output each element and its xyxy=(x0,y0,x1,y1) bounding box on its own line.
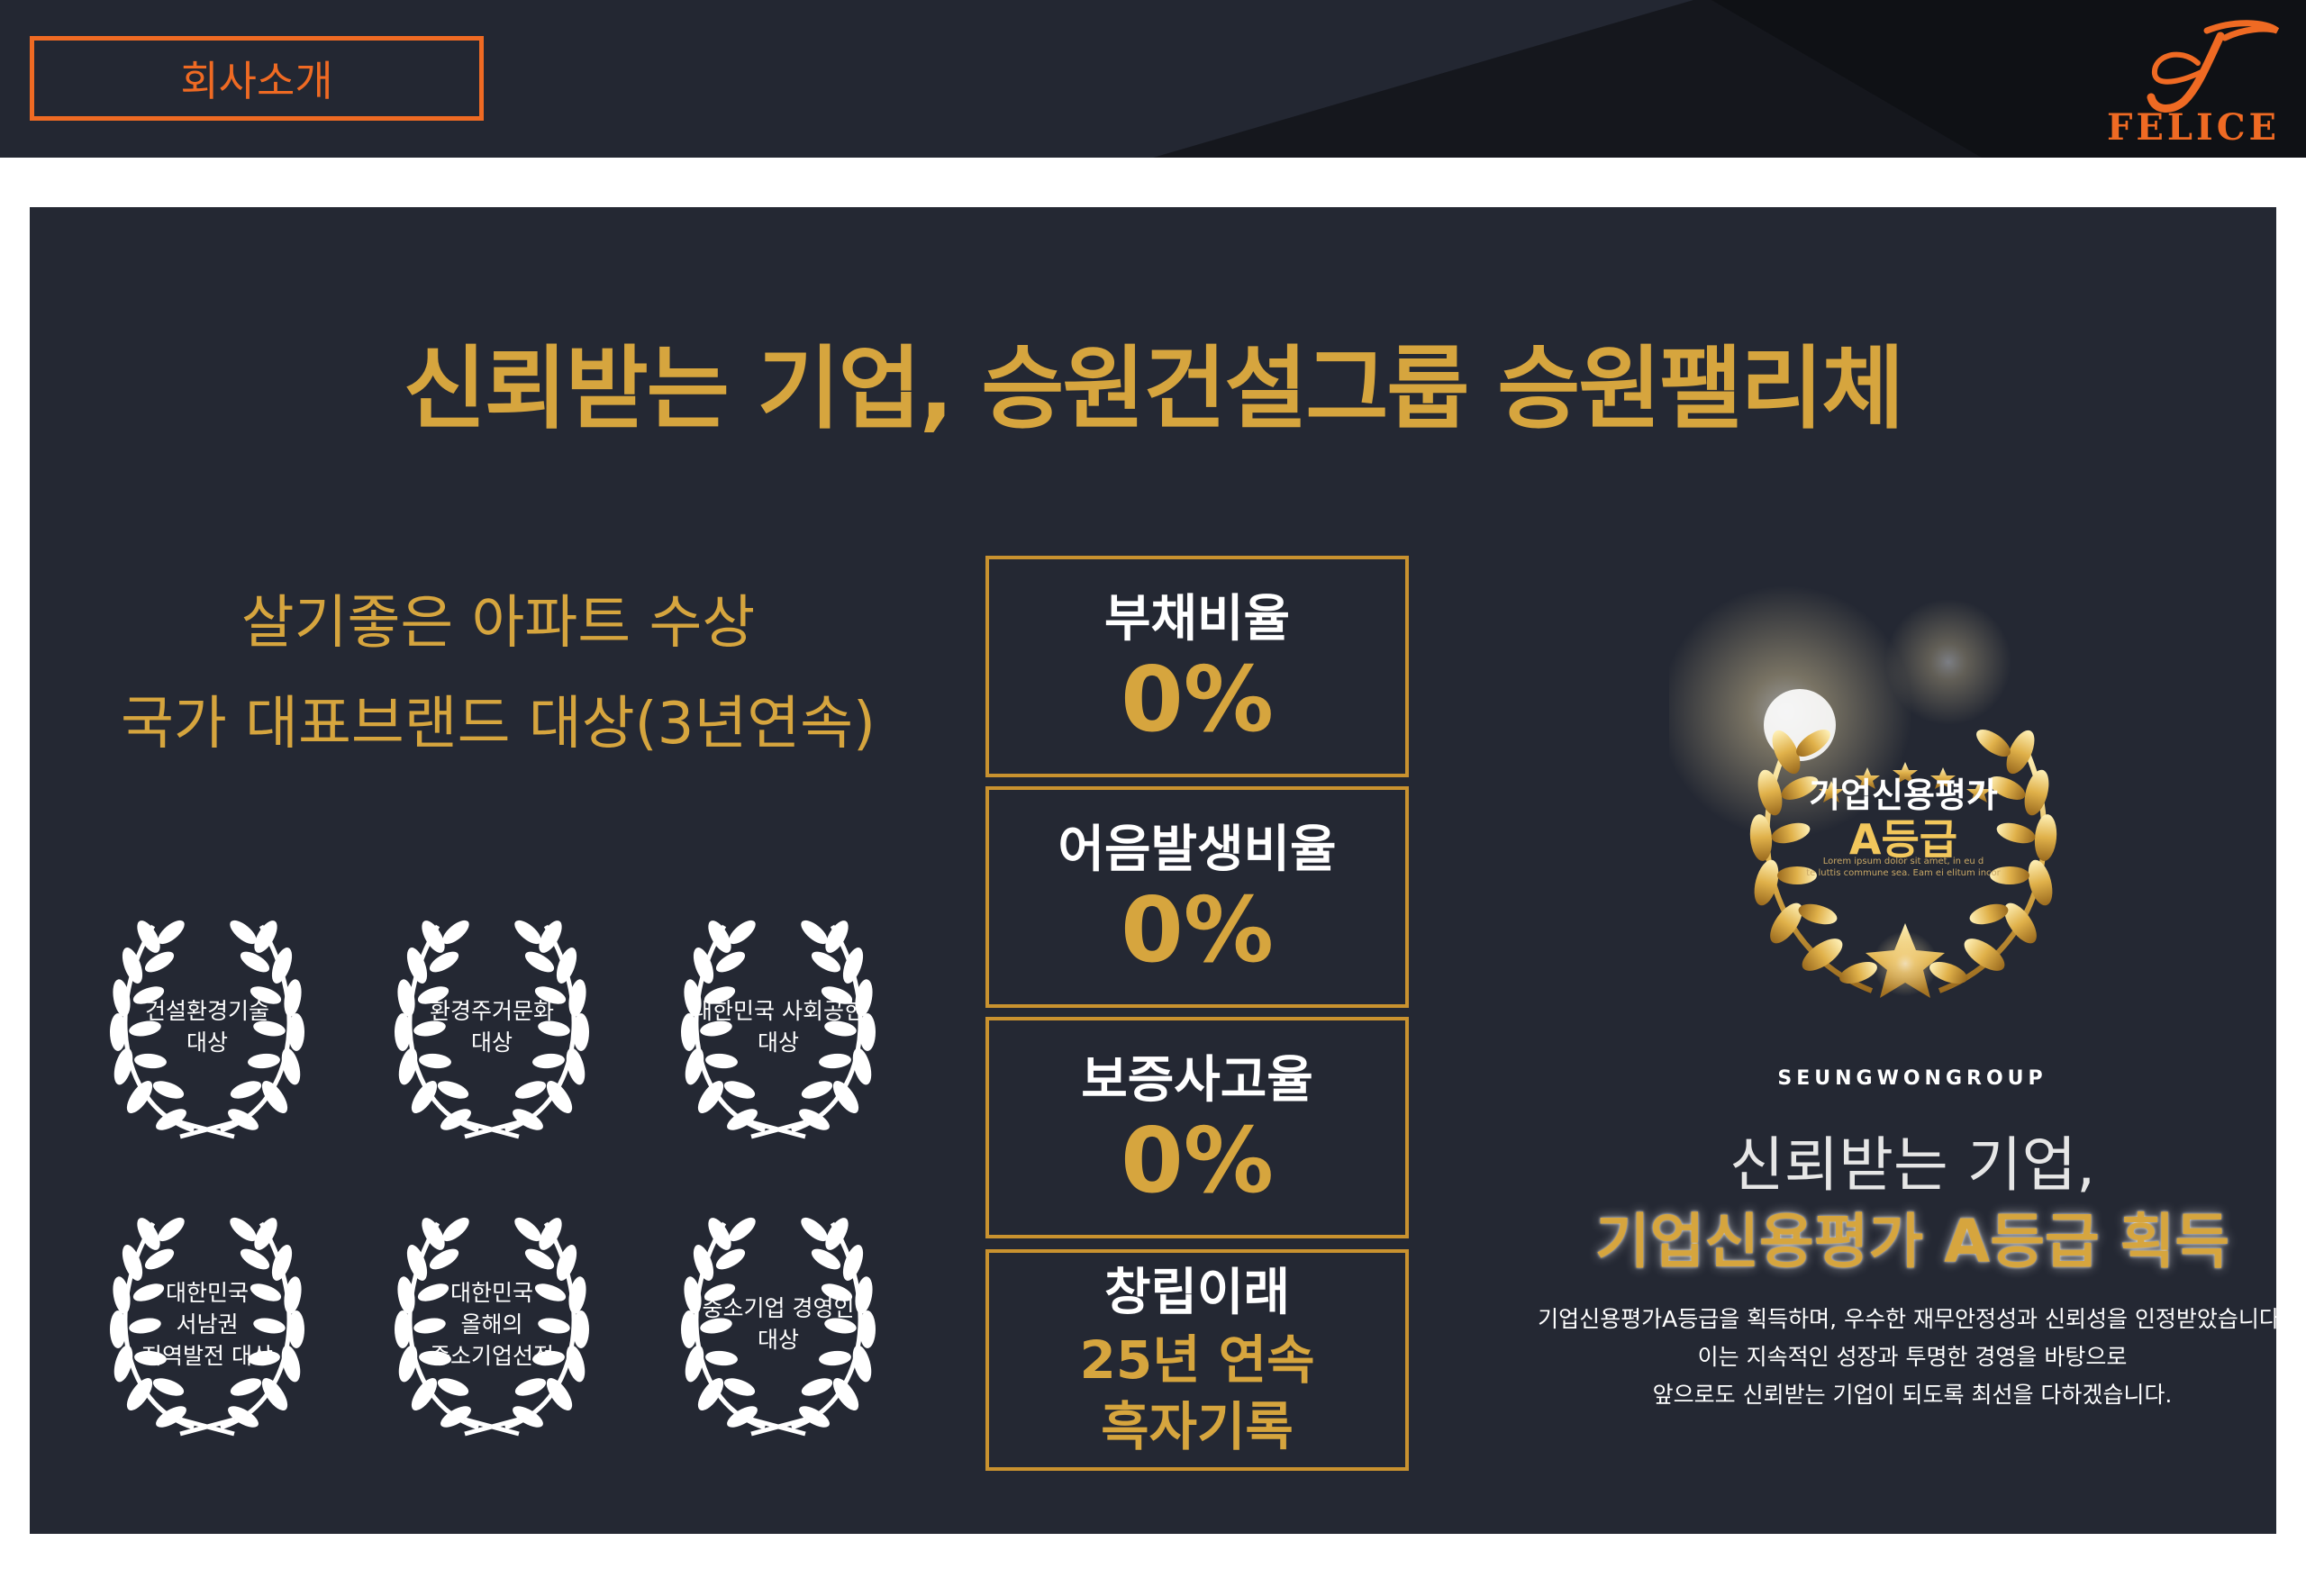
award-text: 환경주거문화 xyxy=(429,998,554,1024)
award-wreath: 건설환경기술 대상 xyxy=(86,910,329,1144)
award-text: 중소기업선정 xyxy=(429,1342,554,1369)
debt-ratio-box: 부채비율 0% xyxy=(985,556,1409,777)
stat-label: 보증사고율 xyxy=(1081,1051,1313,1110)
award-text: 지역발전 대상 xyxy=(141,1342,273,1369)
surplus-record-box: 창립이래 25년 연속 흑자기록 xyxy=(985,1249,1409,1471)
right-body-line: 앞으로도 신뢰받는 기업이 되도록 최선을 다하겠습니다. xyxy=(1652,1382,2173,1408)
award-text: 대한민국 사회공헌 xyxy=(692,998,865,1024)
right-heading: 신뢰받는 기업, xyxy=(1729,1130,2096,1200)
company-intro-tab[interactable]: 회사소개 xyxy=(30,36,484,121)
right-body-line: 이는 지속적인 성장과 투명한 경영을 바탕으로 xyxy=(1697,1344,2128,1370)
credit-award-lorem: Lorem ipsum dolor sit amet, in eu d te l… xyxy=(1795,856,2011,879)
award-text: 건설환경기술 xyxy=(144,998,269,1024)
award-text: 서남권 xyxy=(176,1310,239,1338)
stat-value: 흑자기록 xyxy=(1101,1396,1294,1457)
award-wreath: 대한민국 올해의 중소기업선정 xyxy=(370,1207,613,1441)
bill-ratio-box: 어음발생비율 0% xyxy=(985,786,1409,1008)
award-text: 대한민국 xyxy=(449,1279,533,1306)
stat-value: 0% xyxy=(1121,877,1274,983)
award-text: 올해의 xyxy=(460,1310,523,1338)
award-text: 대상 xyxy=(186,1029,228,1056)
brand-award-title: 국가 대표브랜드 대상(3년연속) xyxy=(121,691,876,757)
stat-value: 0% xyxy=(1121,647,1274,752)
award-wreath: 환경주거문화 대상 xyxy=(370,910,613,1144)
award-text: 대상 xyxy=(470,1029,513,1056)
stat-value: 25년 연속 xyxy=(1079,1329,1315,1391)
lorem-line: Lorem ipsum dolor sit amet, in eu d xyxy=(1822,857,1984,866)
stat-value: 0% xyxy=(1121,1108,1274,1213)
lorem-line: te luttis commune sea. Eam ei elitum inc… xyxy=(1806,868,2001,878)
right-heading-highlight: 기업신용평가 A등급 획득 xyxy=(1594,1207,2230,1276)
stat-label: 어음발생비율 xyxy=(1058,821,1337,879)
award-text: 대한민국 xyxy=(165,1279,249,1306)
main-panel: 신뢰받는 기업, 승원건설그룹 승원팰리체 살기좋은 아파트 수상 국가 대표브… xyxy=(30,207,2287,1534)
award-wreath: 대한민국 서남권 지역발전 대상 xyxy=(86,1207,329,1441)
right-body-line: 기업신용평가A등급을 획득하며, 우수한 재무안정성과 신뢰성을 인정받았습니다… xyxy=(1538,1306,2287,1332)
award-text: 대상 xyxy=(757,1327,799,1353)
stat-label: 창립이래 xyxy=(1103,1264,1291,1322)
award-text: 중소기업 경영인 xyxy=(702,1295,855,1321)
award-text: 대상 xyxy=(757,1029,799,1056)
page-headline: 신뢰받는 기업, 승원건설그룹 승원팰리체 xyxy=(403,336,1904,441)
guarantee-accident-box: 보증사고율 0% xyxy=(985,1017,1409,1238)
stat-label: 부채비율 xyxy=(1103,590,1291,648)
apartment-award-title: 살기좋은 아파트 수상 xyxy=(241,590,756,657)
award-wreath: 대한민국 사회공헌 대상 xyxy=(657,910,900,1144)
logo-wordmark: FELICE xyxy=(2106,106,2281,149)
header-bar: 회사소개 FELICE xyxy=(0,0,2306,158)
award-wreath: 중소기업 경영인 대상 xyxy=(657,1207,900,1441)
group-label: SEUNGWONGROUP xyxy=(1777,1067,2047,1090)
